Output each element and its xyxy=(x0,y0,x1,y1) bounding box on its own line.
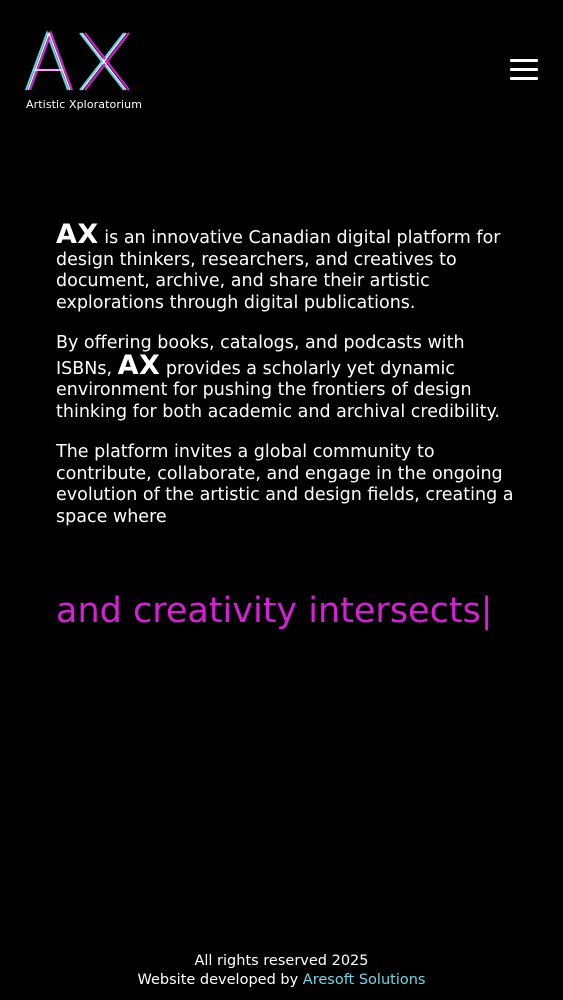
intro-paragraph-1-text: is an innovative Canadian digital platfo… xyxy=(56,228,501,313)
menu-line xyxy=(510,77,538,80)
ax-logo-icon xyxy=(25,30,130,91)
menu-line xyxy=(510,59,538,62)
intro-paragraph-1: AX is an innovative Canadian digital pla… xyxy=(56,221,516,314)
site-footer: All rights reserved 2025 Website develop… xyxy=(0,952,563,990)
intro-section: AX is an innovative Canadian digital pla… xyxy=(56,221,516,547)
intro-paragraph-2: By offering books, catalogs, and podcast… xyxy=(56,333,516,423)
developer-link[interactable]: Aresoft Solutions xyxy=(303,972,426,988)
hamburger-menu-icon[interactable] xyxy=(508,56,540,84)
ax-brand-mark: AX xyxy=(56,219,99,250)
menu-line xyxy=(510,68,538,71)
ax-brand-mark: AX xyxy=(117,349,161,381)
site-header: Artistic Xploratorium xyxy=(0,0,563,130)
logo-tagline: Artistic Xploratorium xyxy=(26,98,143,111)
site-logo[interactable]: Artistic Xploratorium xyxy=(24,30,144,116)
typing-tagline: and creativity intersects| xyxy=(56,591,493,631)
intro-paragraph-3: The platform invites a global community … xyxy=(56,442,516,528)
footer-credit-prefix: Website developed by xyxy=(137,972,303,988)
footer-rights: All rights reserved 2025 xyxy=(194,953,369,969)
intro-paragraph-3-text: The platform invites a global community … xyxy=(56,442,514,527)
footer-credit: Website developed by Aresoft Solutions xyxy=(0,971,563,990)
